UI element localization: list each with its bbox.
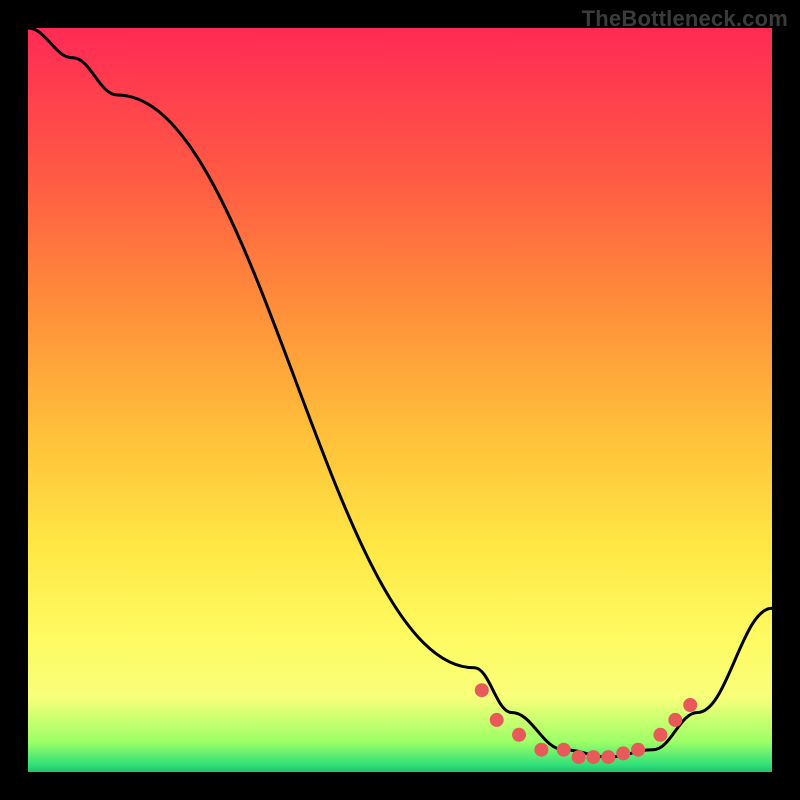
optimal-marker [475, 683, 489, 697]
chart-svg [28, 28, 772, 772]
optimal-marker [586, 750, 600, 764]
optimal-marker [490, 713, 504, 727]
optimal-marker [653, 728, 667, 742]
optimal-marker [631, 743, 645, 757]
bottleneck-curve [28, 28, 772, 757]
optimal-marker [683, 698, 697, 712]
optimal-marker [534, 743, 548, 757]
optimal-marker [668, 713, 682, 727]
optimal-marker [572, 750, 586, 764]
optimal-marker [616, 746, 630, 760]
optimal-marker [601, 750, 615, 764]
optimal-marker [512, 728, 526, 742]
chart-frame: TheBottleneck.com [0, 0, 800, 800]
plot-area [28, 28, 772, 772]
optimal-marker [557, 743, 571, 757]
